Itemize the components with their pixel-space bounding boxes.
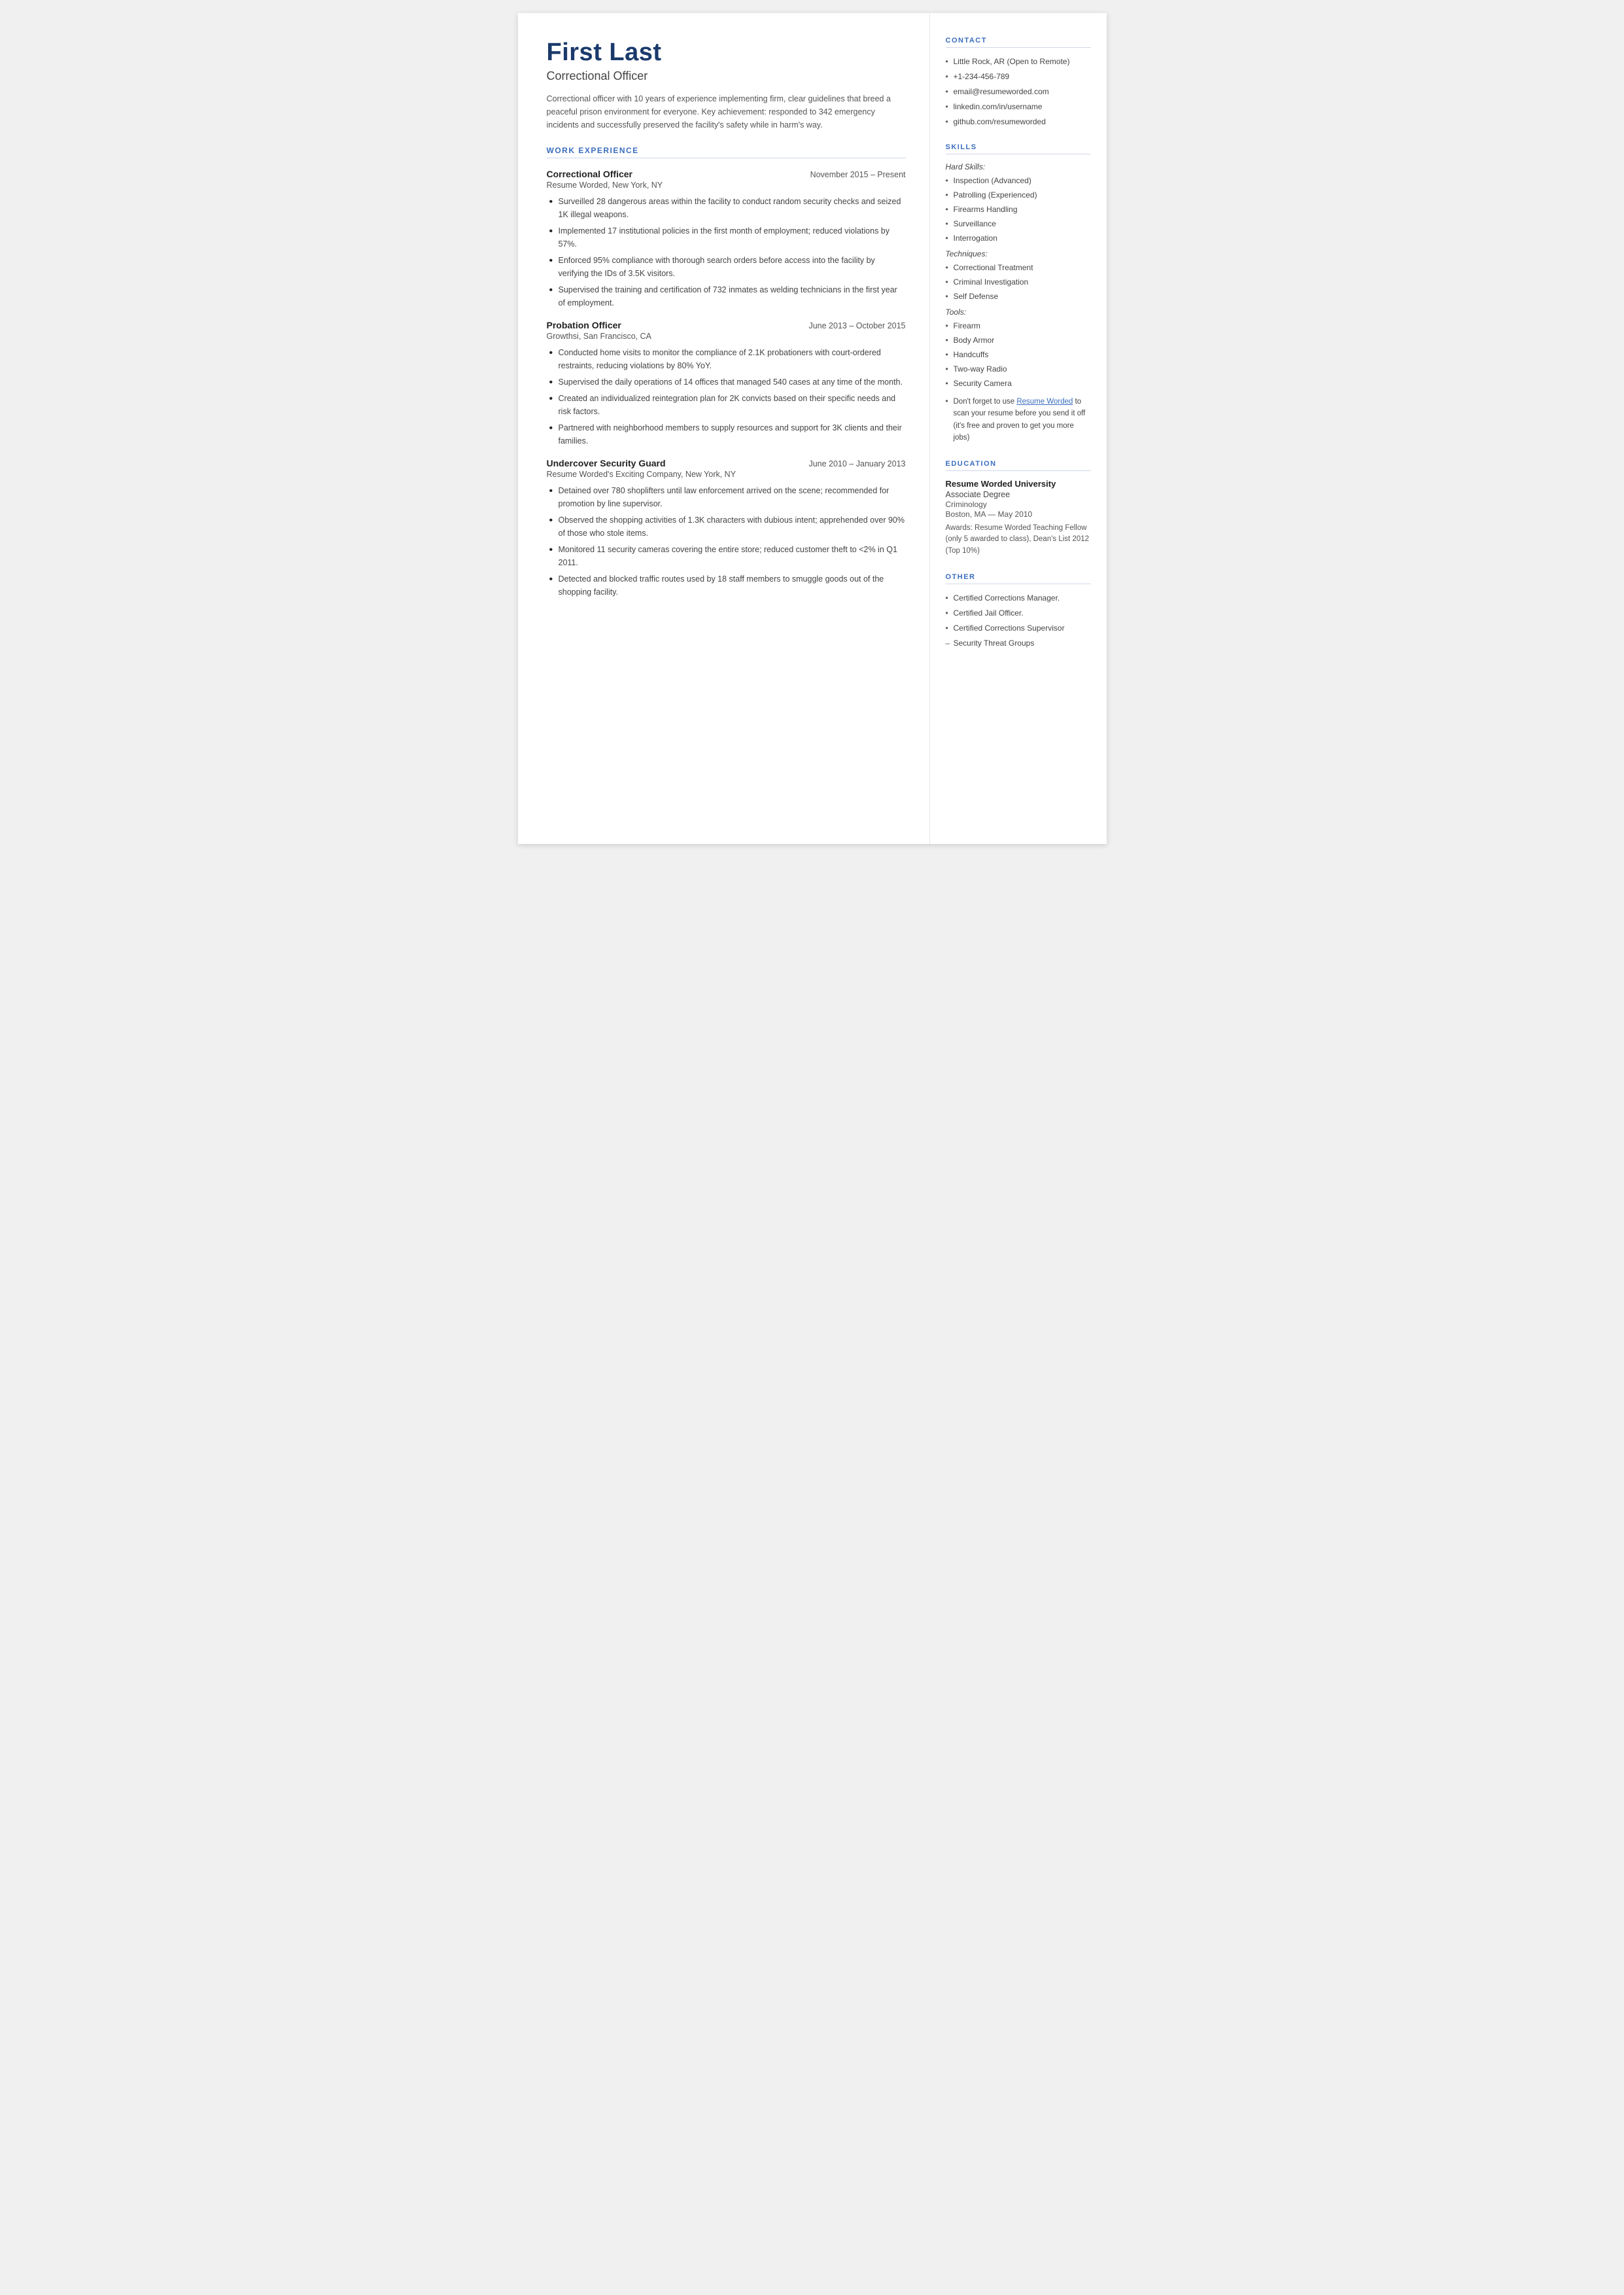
summary-text: Correctional officer with 10 years of ex… [547,92,906,131]
bullet-1-4: Supervised the training and certificatio… [547,283,906,309]
other-item-3: Certified Corrections Supervisor [946,622,1091,634]
candidate-job-title: Correctional Officer [547,69,906,83]
job-header-3: Undercover Security Guard June 2010 – Ja… [547,458,906,468]
other-item-1: Certified Corrections Manager. [946,592,1091,604]
technique-correctional: Correctional Treatment [946,262,1091,273]
hard-skills-label: Hard Skills: [946,162,1091,171]
skills-section-title: SKILLS [946,143,1091,154]
contact-section: CONTACT Little Rock, AR (Open to Remote)… [946,37,1091,128]
tool-handcuffs: Handcuffs [946,349,1091,360]
bullet-2-2: Supervised the daily operations of 14 of… [547,376,906,389]
job-block-2: Probation Officer June 2013 – October 20… [547,320,906,447]
job-company-3: Resume Worded's Exciting Company, New Yo… [547,470,906,479]
contact-location: Little Rock, AR (Open to Remote) [946,56,1091,67]
skills-note: Don't forget to use Resume Worded to sca… [946,396,1091,444]
resume-page: First Last Correctional Officer Correcti… [518,13,1107,844]
technique-self-defense: Self Defense [946,290,1091,302]
bullet-1-1: Surveilled 28 dangerous areas within the… [547,195,906,221]
contact-linkedin: linkedin.com/in/username [946,101,1091,113]
technique-criminal: Criminal Investigation [946,276,1091,288]
contact-github: github.com/resumeworded [946,116,1091,128]
contact-list: Little Rock, AR (Open to Remote) +1-234-… [946,56,1091,128]
tool-body-armor: Body Armor [946,334,1091,346]
job-block-1: Correctional Officer November 2015 – Pre… [547,169,906,309]
bullet-2-4: Partnered with neighborhood members to s… [547,421,906,447]
contact-email: email@resumeworded.com [946,86,1091,97]
skill-patrolling: Patrolling (Experienced) [946,189,1091,201]
edu-field: Criminology [946,500,1091,509]
job-dates-3: June 2010 – January 2013 [808,459,905,468]
job-title-1: Correctional Officer [547,169,632,179]
left-column: First Last Correctional Officer Correcti… [518,13,930,844]
hard-skills-list: Inspection (Advanced) Patrolling (Experi… [946,175,1091,244]
edu-school: Resume Worded University [946,479,1091,489]
job-header-2: Probation Officer June 2013 – October 20… [547,320,906,330]
edu-location-date: Boston, MA — May 2010 [946,510,1091,519]
bullet-2-1: Conducted home visits to monitor the com… [547,346,906,372]
tool-security-camera: Security Camera [946,377,1091,389]
job-company-1: Resume Worded, New York, NY [547,181,906,190]
techniques-label: Techniques: [946,249,1091,258]
job-block-3: Undercover Security Guard June 2010 – Ja… [547,458,906,599]
techniques-list: Correctional Treatment Criminal Investig… [946,262,1091,302]
name-title-block: First Last Correctional Officer [547,39,906,83]
skills-section: SKILLS Hard Skills: Inspection (Advanced… [946,143,1091,444]
edu-degree: Associate Degree [946,490,1091,499]
job-bullets-3: Detained over 780 shoplifters until law … [547,484,906,599]
other-section: OTHER Certified Corrections Manager. Cer… [946,573,1091,649]
skills-note-before: Don't forget to use [954,398,1017,406]
bullet-1-3: Enforced 95% compliance with thorough se… [547,254,906,280]
edu-awards: Awards: Resume Worded Teaching Fellow (o… [946,523,1091,557]
bullet-1-2: Implemented 17 institutional policies in… [547,224,906,251]
tools-label: Tools: [946,307,1091,317]
education-section-title: EDUCATION [946,460,1091,471]
job-header-1: Correctional Officer November 2015 – Pre… [547,169,906,179]
bullet-3-3: Monitored 11 security cameras covering t… [547,543,906,569]
bullet-3-2: Observed the shopping activities of 1.3K… [547,514,906,540]
tool-firearm: Firearm [946,320,1091,332]
tool-radio: Two-way Radio [946,363,1091,375]
job-dates-1: November 2015 – Present [810,170,906,179]
other-item-2: Certified Jail Officer. [946,607,1091,619]
bullet-3-1: Detained over 780 shoplifters until law … [547,484,906,510]
work-experience-section-title: WORK EXPERIENCE [547,146,906,158]
tools-list: Firearm Body Armor Handcuffs Two-way Rad… [946,320,1091,389]
other-item-4: Security Threat Groups [946,637,1091,649]
bullet-2-3: Created an individualized reintegration … [547,392,906,418]
job-dates-2: June 2013 – October 2015 [808,321,905,330]
contact-phone: +1-234-456-789 [946,71,1091,82]
job-title-3: Undercover Security Guard [547,458,666,468]
other-section-title: OTHER [946,573,1091,584]
contact-section-title: CONTACT [946,37,1091,48]
skill-firearms: Firearms Handling [946,203,1091,215]
skill-inspection: Inspection (Advanced) [946,175,1091,186]
job-title-2: Probation Officer [547,320,621,330]
education-section: EDUCATION Resume Worded University Assoc… [946,460,1091,557]
candidate-name: First Last [547,39,906,67]
skill-interrogation: Interrogation [946,232,1091,244]
resume-worded-link[interactable]: Resume Worded [1016,398,1073,406]
job-bullets-1: Surveilled 28 dangerous areas within the… [547,195,906,309]
right-column: CONTACT Little Rock, AR (Open to Remote)… [930,13,1107,844]
bullet-3-4: Detected and blocked traffic routes used… [547,572,906,599]
job-bullets-2: Conducted home visits to monitor the com… [547,346,906,447]
other-list: Certified Corrections Manager. Certified… [946,592,1091,649]
skill-surveillance: Surveillance [946,218,1091,230]
job-company-2: Growthsi, San Francisco, CA [547,332,906,341]
